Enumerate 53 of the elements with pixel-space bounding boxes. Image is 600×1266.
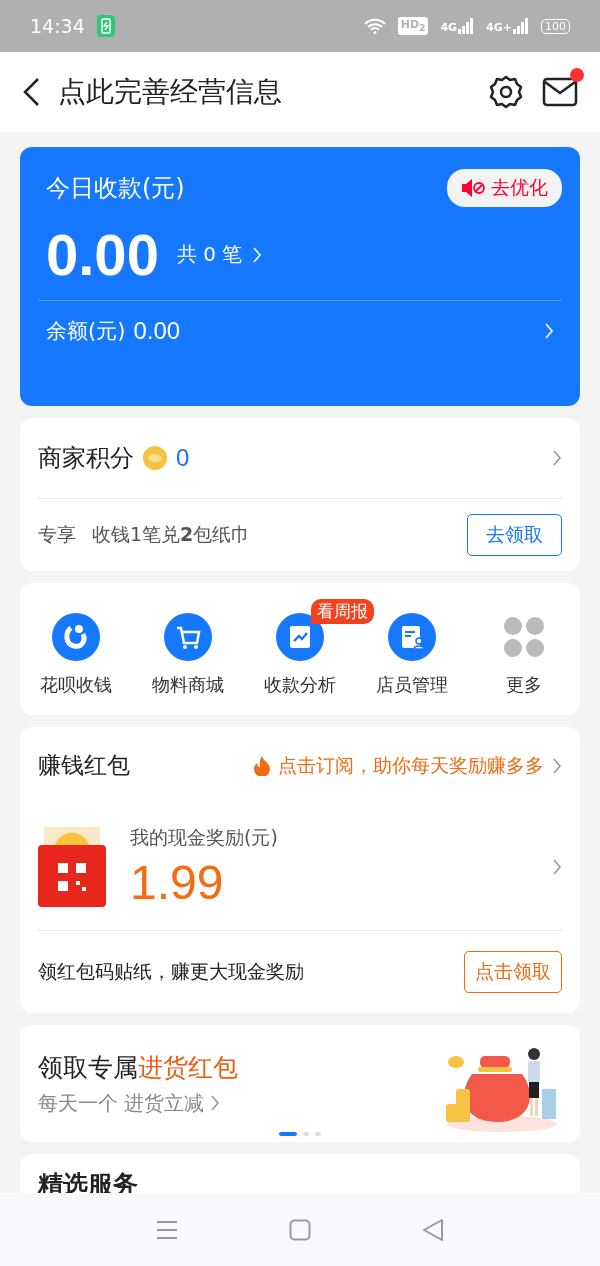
network-type: 4G+ [486,21,512,34]
chevron-icon [552,858,562,876]
huabei-icon [52,613,100,661]
chevron-icon [552,449,562,467]
sticker-text: 领红包码贴纸，赚更大现金奖励 [38,959,305,984]
transaction-count[interactable]: 共 0 笔 [176,241,243,268]
back-icon[interactable] [22,77,40,107]
mail-icon[interactable] [542,76,578,108]
reward-label: 我的现金奖励(元) [130,824,279,850]
today-receipts-card[interactable]: 今日收款(元) 去优化 0.00 共 0 笔 余额(元) 0.00 [20,147,580,406]
shortcut-label[interactable]: 花呗收钱 [40,673,112,697]
battery-charging-icon [96,15,115,37]
signal-icon [513,18,529,34]
amount-value: 0.00 [46,221,159,288]
shortcut-label[interactable]: 物料商城 [152,673,224,697]
balance-value: 0.00 [133,317,181,345]
banner-title[interactable]: 领取专属进货红包 [38,1050,442,1084]
card-title: 今日收款(元) [46,173,185,204]
speaker-muted-icon [461,177,485,199]
menu-icon[interactable] [155,1219,178,1240]
hd-voice-indicator: HD$_{2}$ [397,17,429,35]
shortcut-label[interactable]: 店员管理 [376,673,448,697]
network-type: 4G [440,21,458,34]
points-value: 0 [176,444,191,472]
flame-icon [254,755,270,776]
settings-icon[interactable] [488,74,524,110]
shortcut-label[interactable]: 收款分析 [264,673,336,697]
chevron-icon [544,322,554,340]
reward-value: 1.99 [130,854,225,910]
points-title: 商家积分 [38,443,134,474]
staff-card-icon [388,613,436,661]
coin-icon [142,445,168,471]
back-triangle-icon[interactable] [422,1217,445,1242]
cart-icon [164,613,212,661]
claim-button[interactable]: 去领取 [467,514,562,556]
section-title: 赚钱红包 [38,751,131,780]
perk-text: 收钱1笔兑2包纸巾 [92,522,252,547]
home-icon[interactable] [289,1218,311,1241]
optimize-button[interactable]: 去优化 [447,169,562,207]
perk-label: 专享 [38,522,76,547]
envelope-qr-icon [38,827,106,907]
more-grid-icon [502,615,546,659]
battery-level: 100 [541,18,570,34]
weekly-report-badge: 看周报 [311,599,375,624]
clock-time: 14:34 [30,15,85,37]
signal-icon [458,18,475,34]
shortcut-label[interactable]: 更多 [506,673,542,697]
chevron-icon [552,756,562,775]
wifi-icon [363,18,386,34]
chevron-icon [210,1094,221,1112]
chevron-icon [252,245,263,264]
balance-label: 余额(元) [46,318,126,345]
banner-subtitle[interactable]: 每天一个 进货立减 [38,1089,205,1117]
